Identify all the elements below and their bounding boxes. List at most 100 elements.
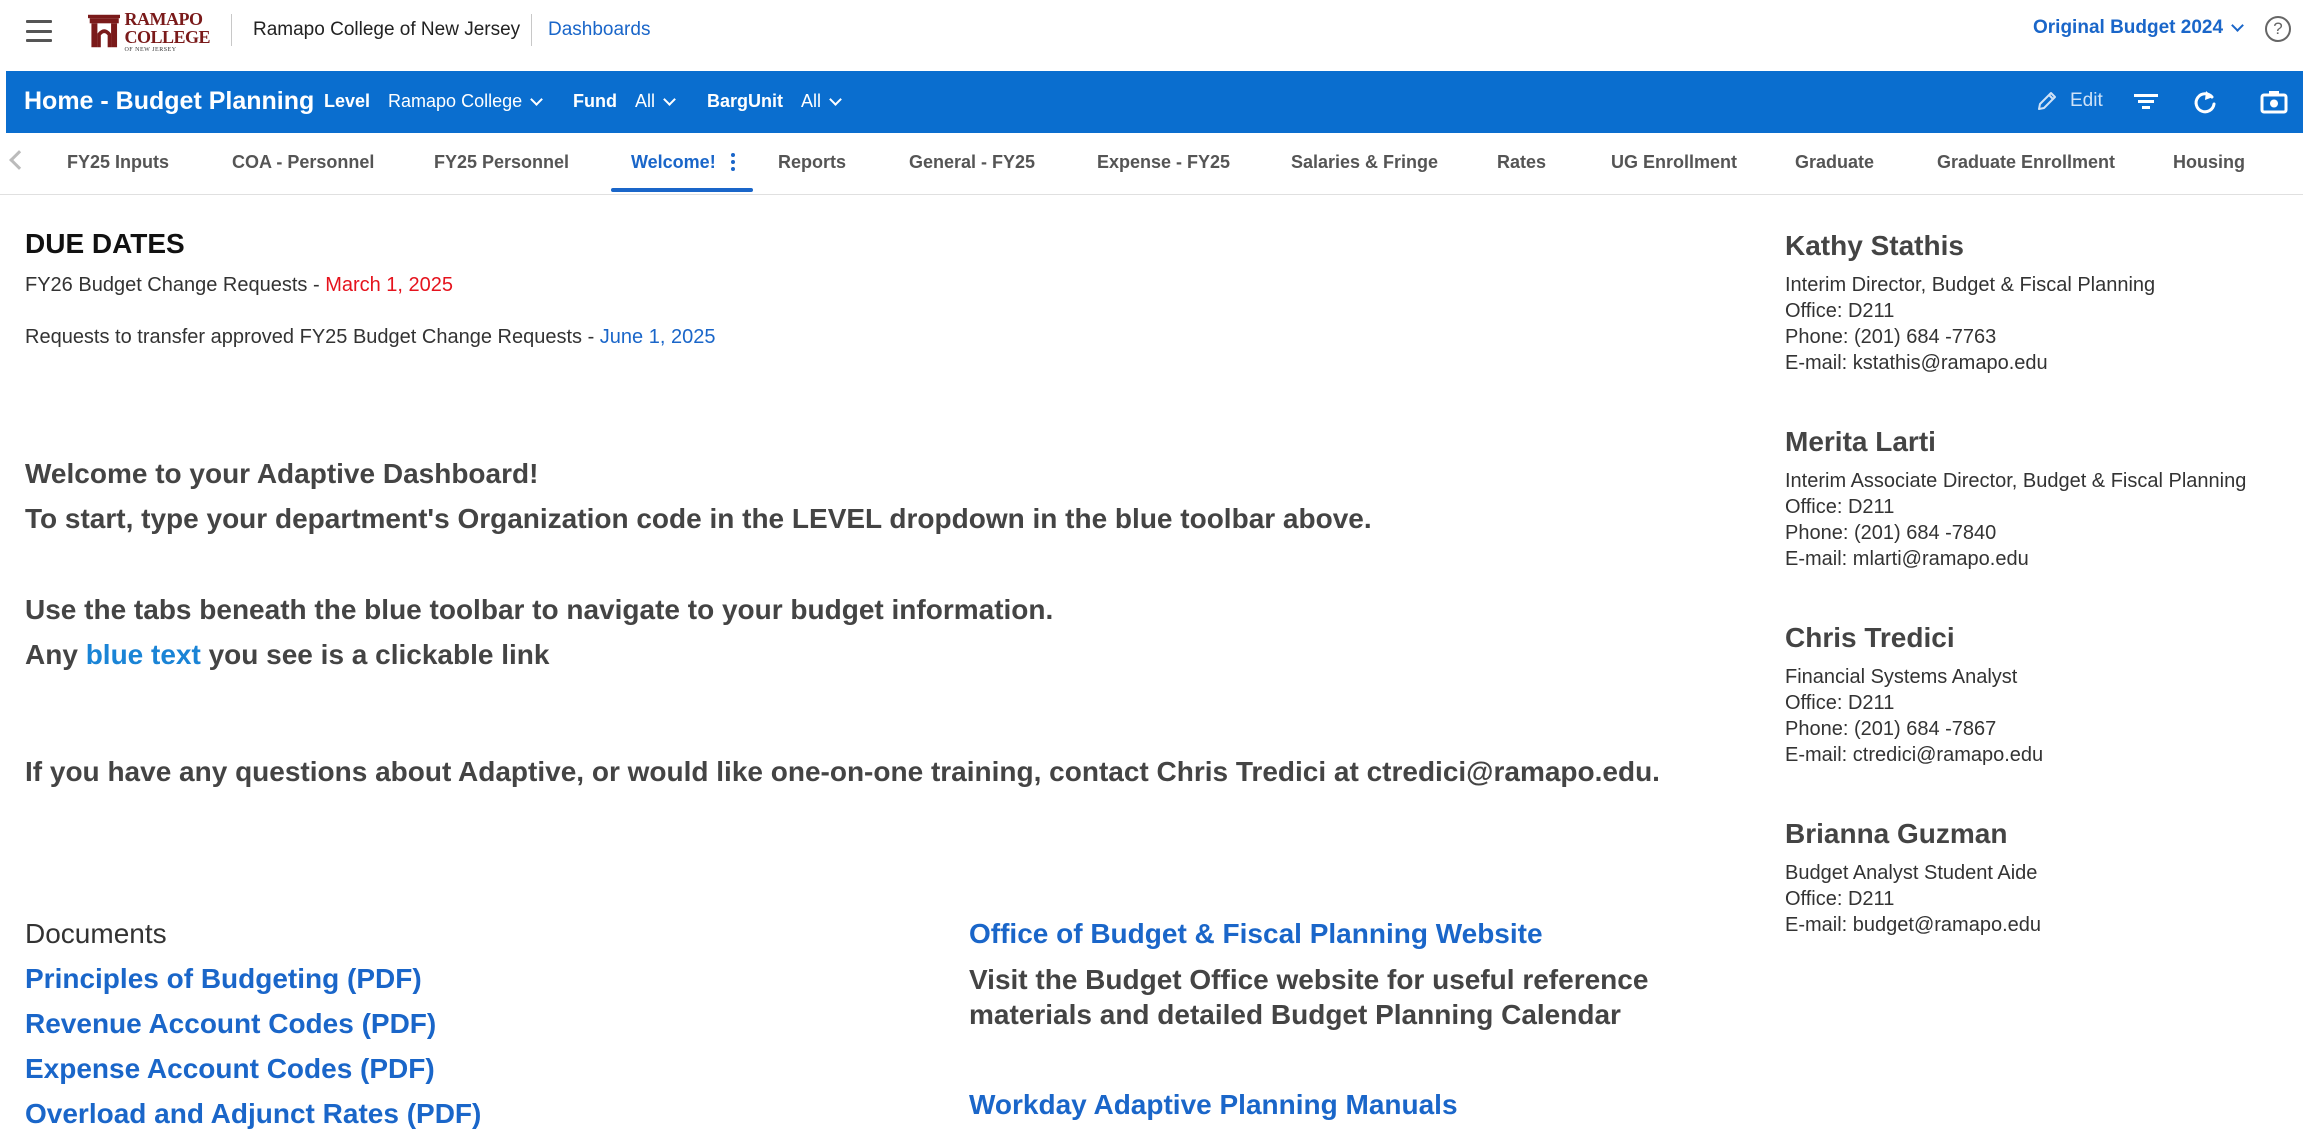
contact-office: Office: D211 xyxy=(1785,300,1895,322)
contact-email: E-mail: ctredici@ramapo.edu xyxy=(1785,744,2044,766)
ramapo-logo[interactable]: RAMAPO COLLEGE OF NEW JERSEY xyxy=(88,6,210,56)
tab-graduate-enrollment[interactable]: Graduate Enrollment xyxy=(1937,152,2115,173)
hamburger-menu-icon[interactable] xyxy=(26,20,52,42)
contact-phone: Phone: (201) 684 -7840 xyxy=(1785,522,1997,544)
link-hint-post: you see is a clickable link xyxy=(200,639,550,670)
contact-title: Financial Systems Analyst xyxy=(1785,666,2018,688)
chevron-down-icon xyxy=(530,92,543,106)
contact-name: Brianna Guzman xyxy=(1785,818,2008,849)
contact-office: Office: D211 xyxy=(1785,496,1895,518)
dashboard-toolbar: Home - Budget Planning Level Ramapo Coll… xyxy=(6,71,2303,133)
contact-title: Interim Associate Director, Budget & Fis… xyxy=(1785,470,2247,492)
due-date-1-date: March 1, 2025 xyxy=(325,274,454,296)
due-date-2-text: Requests to transfer approved FY25 Budge… xyxy=(25,326,600,348)
tab-fy25-personnel[interactable]: FY25 Personnel xyxy=(434,152,569,173)
tab-expense-fy25[interactable]: Expense - FY25 xyxy=(1097,152,1230,173)
fund-label: Fund xyxy=(573,91,617,111)
contact-card: Kathy Stathis Interim Director, Budget &… xyxy=(1785,230,2295,376)
logo-line-1: RAMAPO xyxy=(124,8,203,29)
due-dates-title: DUE DATES xyxy=(25,228,185,259)
contact-title: Interim Director, Budget & Fiscal Planni… xyxy=(1785,274,2156,296)
contact-card: Chris Tredici Financial Systems Analyst … xyxy=(1785,622,2295,768)
contact-name: Chris Tredici xyxy=(1785,622,1955,653)
contact-office: Office: D211 xyxy=(1785,888,1895,910)
chevron-down-icon xyxy=(663,92,676,106)
tab-coa-personnel[interactable]: COA - Personnel xyxy=(232,152,374,173)
camera-icon[interactable] xyxy=(2260,88,2288,116)
tab-rates[interactable]: Rates xyxy=(1497,152,1546,173)
tab-scroll-left-icon[interactable] xyxy=(9,150,29,170)
dashboard-tabs: FY25 Inputs COA - Personnel FY25 Personn… xyxy=(0,133,2303,195)
bargunit-label: BargUnit xyxy=(707,91,783,111)
page-title: Home - Budget Planning xyxy=(24,87,315,115)
description-line-1: Visit the Budget Office website for usef… xyxy=(969,964,1649,995)
budget-office-website-link[interactable]: Office of Budget & Fiscal Planning Websi… xyxy=(969,918,1543,950)
filter-icon[interactable] xyxy=(2132,88,2160,116)
active-tab-indicator xyxy=(611,188,753,192)
contact-phone: Phone: (201) 684 -7867 xyxy=(1785,718,1997,740)
edit-label: Edit xyxy=(2070,90,2103,111)
refresh-icon[interactable] xyxy=(2191,88,2219,116)
chevron-down-icon xyxy=(829,92,842,106)
version-value: Original Budget 2024 xyxy=(2033,17,2224,38)
tab-fy25-inputs[interactable]: FY25 Inputs xyxy=(67,152,169,173)
contact-office: Office: D211 xyxy=(1785,692,1895,714)
level-label: Level xyxy=(324,91,371,111)
contact-email: E-mail: mlarti@ramapo.edu xyxy=(1785,548,2029,570)
due-date-line-1: FY26 Budget Change Requests - March 1, 2… xyxy=(25,274,453,297)
principles-of-budgeting-link[interactable]: Principles of Budgeting (PDF) xyxy=(25,963,422,995)
budget-office-description: Visit the Budget Office website for usef… xyxy=(969,962,1709,1032)
contact-info-text: If you have any questions about Adaptive… xyxy=(25,756,1660,787)
tab-graduate[interactable]: Graduate xyxy=(1795,152,1874,173)
documents-title: Documents xyxy=(25,918,167,949)
contact-title: Budget Analyst Student Aide xyxy=(1785,862,2038,884)
level-selector[interactable]: Level Ramapo College xyxy=(324,91,543,112)
due-date-1-text: FY26 Budget Change Requests - xyxy=(25,274,326,296)
due-date-line-2: Requests to transfer approved FY25 Budge… xyxy=(25,326,715,349)
logo-text: RAMAPO COLLEGE OF NEW JERSEY xyxy=(124,10,210,53)
divider xyxy=(531,14,532,46)
contact-phone: Phone: (201) 684 -7763 xyxy=(1785,326,1997,348)
contact-email: E-mail: kstathis@ramapo.edu xyxy=(1785,352,2048,374)
fund-value: All xyxy=(634,91,655,111)
tab-reports[interactable]: Reports xyxy=(778,152,846,173)
tab-housing[interactable]: Housing xyxy=(2173,152,2245,173)
divider xyxy=(231,14,232,46)
bargunit-selector[interactable]: BargUnit All xyxy=(707,91,842,112)
overload-adjunct-rates-link[interactable]: Overload and Adjunct Rates (PDF) xyxy=(25,1098,481,1130)
welcome-heading: Welcome to your Adaptive Dashboard! xyxy=(25,458,539,489)
contact-card: Brianna Guzman Budget Analyst Student Ai… xyxy=(1785,818,2295,938)
dashboards-link[interactable]: Dashboards xyxy=(548,19,650,41)
contact-name: Kathy Stathis xyxy=(1785,230,1964,261)
level-value: Ramapo College xyxy=(388,91,523,111)
tab-more-icon[interactable] xyxy=(731,153,735,171)
adaptive-manuals-link[interactable]: Workday Adaptive Planning Manuals xyxy=(969,1089,1458,1121)
expense-account-codes-link[interactable]: Expense Account Codes (PDF) xyxy=(25,1053,435,1085)
fund-selector[interactable]: Fund All xyxy=(573,91,676,112)
version-dropdown[interactable]: Original Budget 2024 xyxy=(2033,17,2244,39)
contact-email: E-mail: budget@ramapo.edu xyxy=(1785,914,2041,936)
due-date-2-date: June 1, 2025 xyxy=(599,326,716,348)
bargunit-value: All xyxy=(801,91,822,111)
org-name: Ramapo College of New Jersey xyxy=(253,19,521,40)
logo-arch-icon xyxy=(88,14,121,48)
help-glyph: ? xyxy=(2273,19,2283,38)
tab-welcome[interactable]: Welcome! xyxy=(631,152,716,173)
contact-name: Merita Larti xyxy=(1785,426,1936,457)
logo-line-3: OF NEW JERSEY xyxy=(124,46,177,53)
description-line-2: materials and detailed Budget Planning C… xyxy=(969,999,1621,1030)
blue-text-link[interactable]: blue text xyxy=(86,639,201,670)
welcome-instruction: To start, type your department's Organiz… xyxy=(25,503,1372,534)
link-hint-pre: Any xyxy=(25,639,86,670)
edit-button[interactable]: Edit xyxy=(2036,90,2103,112)
revenue-account-codes-link[interactable]: Revenue Account Codes (PDF) xyxy=(25,1008,436,1040)
contact-card: Merita Larti Interim Associate Director,… xyxy=(1785,426,2295,572)
welcome-link-hint: Any blue text you see is a clickable lin… xyxy=(25,639,549,671)
welcome-tabs-hint: Use the tabs beneath the blue toolbar to… xyxy=(25,594,1054,625)
pencil-icon xyxy=(2038,92,2056,110)
tab-ug-enrollment[interactable]: UG Enrollment xyxy=(1611,152,1737,173)
top-bar: RAMAPO COLLEGE OF NEW JERSEY Ramapo Coll… xyxy=(0,0,2303,71)
tab-general-fy25[interactable]: General - FY25 xyxy=(909,152,1035,173)
tab-salaries-fringe[interactable]: Salaries & Fringe xyxy=(1291,152,1438,173)
help-circle-icon[interactable]: ? xyxy=(2265,16,2291,42)
